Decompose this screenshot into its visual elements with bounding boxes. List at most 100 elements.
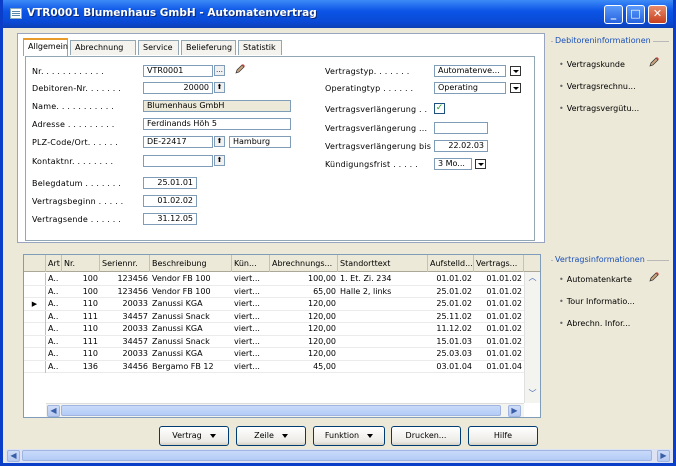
scroll-right-icon[interactable]: ▶	[508, 405, 521, 417]
scroll-left-icon[interactable]: ◀	[7, 450, 20, 462]
cell-nr[interactable]: 110	[62, 323, 100, 335]
cell-serial[interactable]: 123456	[100, 273, 150, 285]
edit-pencil-icon[interactable]	[234, 63, 246, 75]
column-header-description[interactable]: Beschreibung	[150, 255, 232, 272]
notice-period-field[interactable]: 3 Mo...	[434, 158, 472, 170]
cell-serial[interactable]: 34457	[100, 336, 150, 348]
table-row[interactable]: A.. 136 34456 Bergamo FB 12 viert... 45,00 03.…	[24, 360, 540, 373]
column-header-contract[interactable]: Vertrags...	[474, 255, 524, 272]
horizontal-scroll-thumb[interactable]	[61, 405, 501, 416]
row-selector[interactable]	[24, 310, 46, 323]
cell-notice[interactable]: viert...	[232, 298, 270, 310]
table-row[interactable]: A.. 110 20033 Zanussi KGA viert... 120,00 25.0…	[24, 348, 540, 361]
cell-setup-date[interactable]: 25.01.02	[428, 298, 474, 310]
cell-contract[interactable]: 01.01.02	[474, 298, 524, 310]
operating-type-field[interactable]: Operating	[434, 82, 506, 94]
cell-location[interactable]	[338, 361, 428, 373]
cell-description[interactable]: Zanussi KGA	[150, 298, 232, 310]
cell-description[interactable]: Bergamo FB 12	[150, 361, 232, 373]
renewal-period-field[interactable]	[434, 122, 488, 134]
name-field[interactable]: Blumenhaus GmbH	[143, 100, 291, 112]
cell-nr[interactable]: 100	[62, 273, 100, 285]
vertical-scrollbar[interactable]: ︿ ﹀	[524, 272, 540, 403]
renewal-until-field[interactable]: 22.02.03	[434, 140, 488, 152]
scroll-up-icon[interactable]: ︿	[526, 273, 539, 285]
cell-location[interactable]	[338, 336, 428, 348]
cell-setup-date[interactable]: 11.12.02	[428, 323, 474, 335]
cell-nr[interactable]: 100	[62, 286, 100, 298]
table-row[interactable]: ▶ A.. 110 20033 Zanussi KGA viert... 120,00 25.…	[24, 298, 540, 311]
column-header-nr[interactable]: Nr.	[62, 255, 100, 272]
cell-billing[interactable]: 120,00	[270, 348, 338, 360]
table-row[interactable]: A.. 111 34457 Zanussi Snack viert... 120,00 25…	[24, 310, 540, 323]
cell-location[interactable]: Halle 2, links	[338, 286, 428, 298]
cell-serial[interactable]: 20033	[100, 323, 150, 335]
city-field[interactable]: Hamburg	[229, 136, 291, 148]
cell-location[interactable]	[338, 323, 428, 335]
close-button[interactable]: ✕	[648, 5, 667, 24]
cell-serial[interactable]: 20033	[100, 298, 150, 310]
table-row[interactable]: A.. 100 123456 Vendor FB 100 viert... 100,00 1…	[24, 273, 540, 286]
link-vertragskunde[interactable]: Vertragskunde	[559, 60, 625, 69]
cell-billing[interactable]: 120,00	[270, 311, 338, 323]
edit-pencil-icon[interactable]	[648, 56, 660, 68]
cell-serial[interactable]: 123456	[100, 286, 150, 298]
cell-location[interactable]	[338, 311, 428, 323]
cell-billing[interactable]: 45,00	[270, 361, 338, 373]
tab-allgemein[interactable]: Allgemein	[23, 38, 68, 56]
scroll-down-icon[interactable]: ﹀	[526, 389, 539, 401]
cell-nr[interactable]: 111	[62, 336, 100, 348]
help-button[interactable]: Hilfe	[468, 426, 538, 446]
cell-nr[interactable]: 110	[62, 348, 100, 360]
row-selector[interactable]	[24, 360, 46, 373]
cell-location[interactable]: 1. Et. Zi. 234	[338, 273, 428, 285]
cell-art[interactable]: A..	[46, 336, 62, 348]
cell-setup-date[interactable]: 03.01.04	[428, 361, 474, 373]
cell-contract[interactable]: 01.01.02	[474, 336, 524, 348]
cell-contract[interactable]: 01.01.02	[474, 273, 524, 285]
cell-setup-date[interactable]: 25.01.02	[428, 286, 474, 298]
contract-end-field[interactable]: 31.12.05	[143, 213, 197, 225]
cell-billing[interactable]: 120,00	[270, 323, 338, 335]
cell-contract[interactable]: 01.01.02	[474, 323, 524, 335]
cell-nr[interactable]: 111	[62, 311, 100, 323]
cell-setup-date[interactable]: 01.01.02	[428, 273, 474, 285]
link-vertragsrechnung[interactable]: Vertragsrechnu...	[559, 82, 636, 91]
column-header-art[interactable]: Art	[46, 255, 62, 272]
cell-notice[interactable]: viert...	[232, 361, 270, 373]
horizontal-scrollbar[interactable]: ◀ ▶	[46, 403, 524, 417]
notice-period-dropdown-icon[interactable]	[475, 159, 486, 169]
cell-setup-date[interactable]: 25.03.03	[428, 348, 474, 360]
row-selector[interactable]	[24, 335, 46, 348]
cell-billing[interactable]: 120,00	[270, 336, 338, 348]
cell-art[interactable]: A..	[46, 298, 62, 310]
window-scroll-thumb[interactable]	[22, 450, 652, 461]
cell-setup-date[interactable]: 25.11.02	[428, 311, 474, 323]
cell-notice[interactable]: viert...	[232, 348, 270, 360]
cell-art[interactable]: A..	[46, 311, 62, 323]
cell-billing[interactable]: 65,00	[270, 286, 338, 298]
cell-description[interactable]: Zanussi Snack	[150, 336, 232, 348]
cell-serial[interactable]: 34456	[100, 361, 150, 373]
maximize-button[interactable]: □	[626, 5, 645, 24]
vertrag-menu-button[interactable]: Vertrag	[159, 426, 229, 446]
title-bar[interactable]: VTR0001 Blumenhaus GmbH - Automatenvertr…	[3, 0, 673, 28]
column-header-setup-date[interactable]: Aufstelld...	[428, 255, 474, 272]
print-button[interactable]: Drucken...	[391, 426, 461, 446]
row-selector[interactable]	[24, 273, 46, 285]
tab-abrechnung[interactable]: Abrechnung	[70, 40, 136, 55]
renewal-checkbox[interactable]: ✓	[434, 103, 445, 114]
scroll-right-icon[interactable]: ▶	[657, 450, 670, 462]
cell-art[interactable]: A..	[46, 348, 62, 360]
link-vertragsverguetung[interactable]: Vertragsvergütu...	[559, 104, 639, 113]
cell-setup-date[interactable]: 15.01.03	[428, 336, 474, 348]
contract-type-dropdown-icon[interactable]	[510, 66, 521, 76]
zip-lookup-button[interactable]: ⬆	[214, 136, 225, 147]
cell-description[interactable]: Vendor FB 100	[150, 286, 232, 298]
row-selector[interactable]	[24, 323, 46, 335]
cell-contract[interactable]: 01.01.02	[474, 348, 524, 360]
scroll-left-icon[interactable]: ◀	[47, 405, 60, 417]
cell-contract[interactable]: 01.01.02	[474, 286, 524, 298]
debitor-lookup-button[interactable]: ⬆	[214, 82, 225, 93]
cell-description[interactable]: Vendor FB 100	[150, 273, 232, 285]
